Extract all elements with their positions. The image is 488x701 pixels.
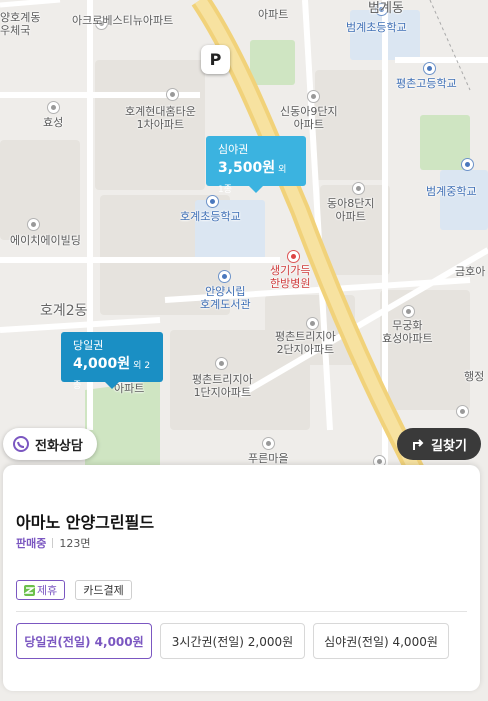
space-count: 123면	[59, 537, 91, 550]
phone-consult-label: 전화상담	[35, 438, 83, 454]
hospital-icon	[287, 250, 300, 263]
map-label: 아크로베스티뉴아파트	[72, 14, 174, 27]
map-label: 범계초등학교	[346, 21, 407, 34]
map-label: 푸른마을	[248, 452, 289, 465]
poi-dot	[47, 101, 60, 114]
partner-tag: 제휴	[16, 580, 66, 600]
price-tag-price: 3,500원	[218, 160, 276, 176]
poi-dot	[166, 88, 179, 101]
directions-button[interactable]: 길찾기	[397, 428, 481, 460]
library-icon	[218, 270, 231, 283]
map-label: 효성	[43, 116, 64, 129]
card-payment-label: 카드결제	[83, 584, 124, 597]
map-label: 범계중학교	[426, 185, 477, 198]
map-label: 안양시립 호계도서관	[200, 285, 251, 311]
map-label: 아파트	[258, 8, 289, 21]
poi-dot	[306, 317, 319, 330]
meta-separator	[52, 538, 54, 548]
card-payment-tag: 카드결제	[75, 580, 132, 600]
directions-label: 길찾기	[431, 438, 467, 454]
price-tag-type: 당일권	[73, 339, 104, 352]
price-tag-night[interactable]: 심야권 3,500원 외 1종	[206, 136, 306, 195]
price-tag-type: 심야권	[218, 143, 249, 156]
map-label: 동아8단지 아파트	[327, 197, 375, 223]
ticket-day[interactable]: 당일권(전일) 4,000원	[16, 623, 152, 659]
poi-dot	[27, 218, 40, 231]
map-label: 호계현대홈타운 1차아파트	[125, 105, 196, 131]
map-label: 무궁화 효성아파트	[382, 319, 433, 345]
poi-dot	[352, 182, 365, 195]
parking-detail-sheet: 아마노 안양그린필드 판매중 123면 제휴 카드결제 당일권(전일) 4,00…	[3, 465, 480, 691]
ticket-3hour[interactable]: 3시간권(전일) 2,000원	[160, 623, 305, 659]
chat-phone-icon	[13, 436, 29, 452]
poi-dot	[307, 90, 320, 103]
price-tag-price: 4,000원	[73, 356, 131, 372]
partner-tag-label: 제휴	[37, 584, 58, 597]
ticket-label: 당일권(전일) 4,000원	[24, 634, 144, 649]
map-label: 평촌고등학교	[396, 77, 457, 90]
phone-consult-button[interactable]: 전화상담	[3, 428, 97, 460]
ticket-label: 심야권(전일) 4,000원	[324, 634, 438, 649]
school-icon	[423, 62, 436, 75]
ticket-label: 3시간권(전일) 2,000원	[171, 634, 294, 649]
poi-dot	[402, 305, 415, 318]
map-label: 신동아9단지 아파트	[280, 105, 338, 131]
map-label: 금호아	[455, 265, 486, 278]
ticket-options: 당일권(전일) 4,000원 3시간권(전일) 2,000원 심야권(전일) 4…	[16, 623, 449, 659]
map-label: 에이치에이빌딩	[10, 234, 81, 247]
feature-tags: 제휴 카드결제	[16, 580, 132, 600]
price-tag-day[interactable]: 당일권 4,000원 외 2종	[61, 332, 163, 391]
sales-status: 판매중	[16, 537, 47, 550]
map-label: 생기가득 한방병원	[270, 264, 311, 290]
school-icon	[461, 158, 474, 171]
map-label: 호계2동	[40, 303, 88, 319]
map-label: 양호계동 우체국	[0, 11, 41, 37]
ticket-night[interactable]: 심야권(전일) 4,000원	[313, 623, 449, 659]
parking-meta: 판매중 123면	[16, 535, 91, 551]
sheet-divider	[16, 611, 467, 612]
turn-right-icon	[413, 439, 424, 450]
school-icon	[206, 195, 219, 208]
poi-dot	[262, 437, 275, 450]
map-label: 평촌트리지아 2단지아파트	[275, 330, 336, 356]
partner-z-icon	[24, 584, 35, 596]
parking-pin[interactable]: P	[201, 45, 230, 74]
map-label: 행정	[464, 370, 485, 383]
map-label: 범계동	[368, 1, 404, 16]
poi-dot	[456, 405, 469, 418]
poi-dot	[215, 357, 228, 370]
map-label: 호계초등학교	[180, 210, 241, 223]
parking-name: 아마노 안양그린필드	[16, 513, 155, 532]
map-label: 평촌트리지아 1단지아파트	[192, 373, 253, 399]
